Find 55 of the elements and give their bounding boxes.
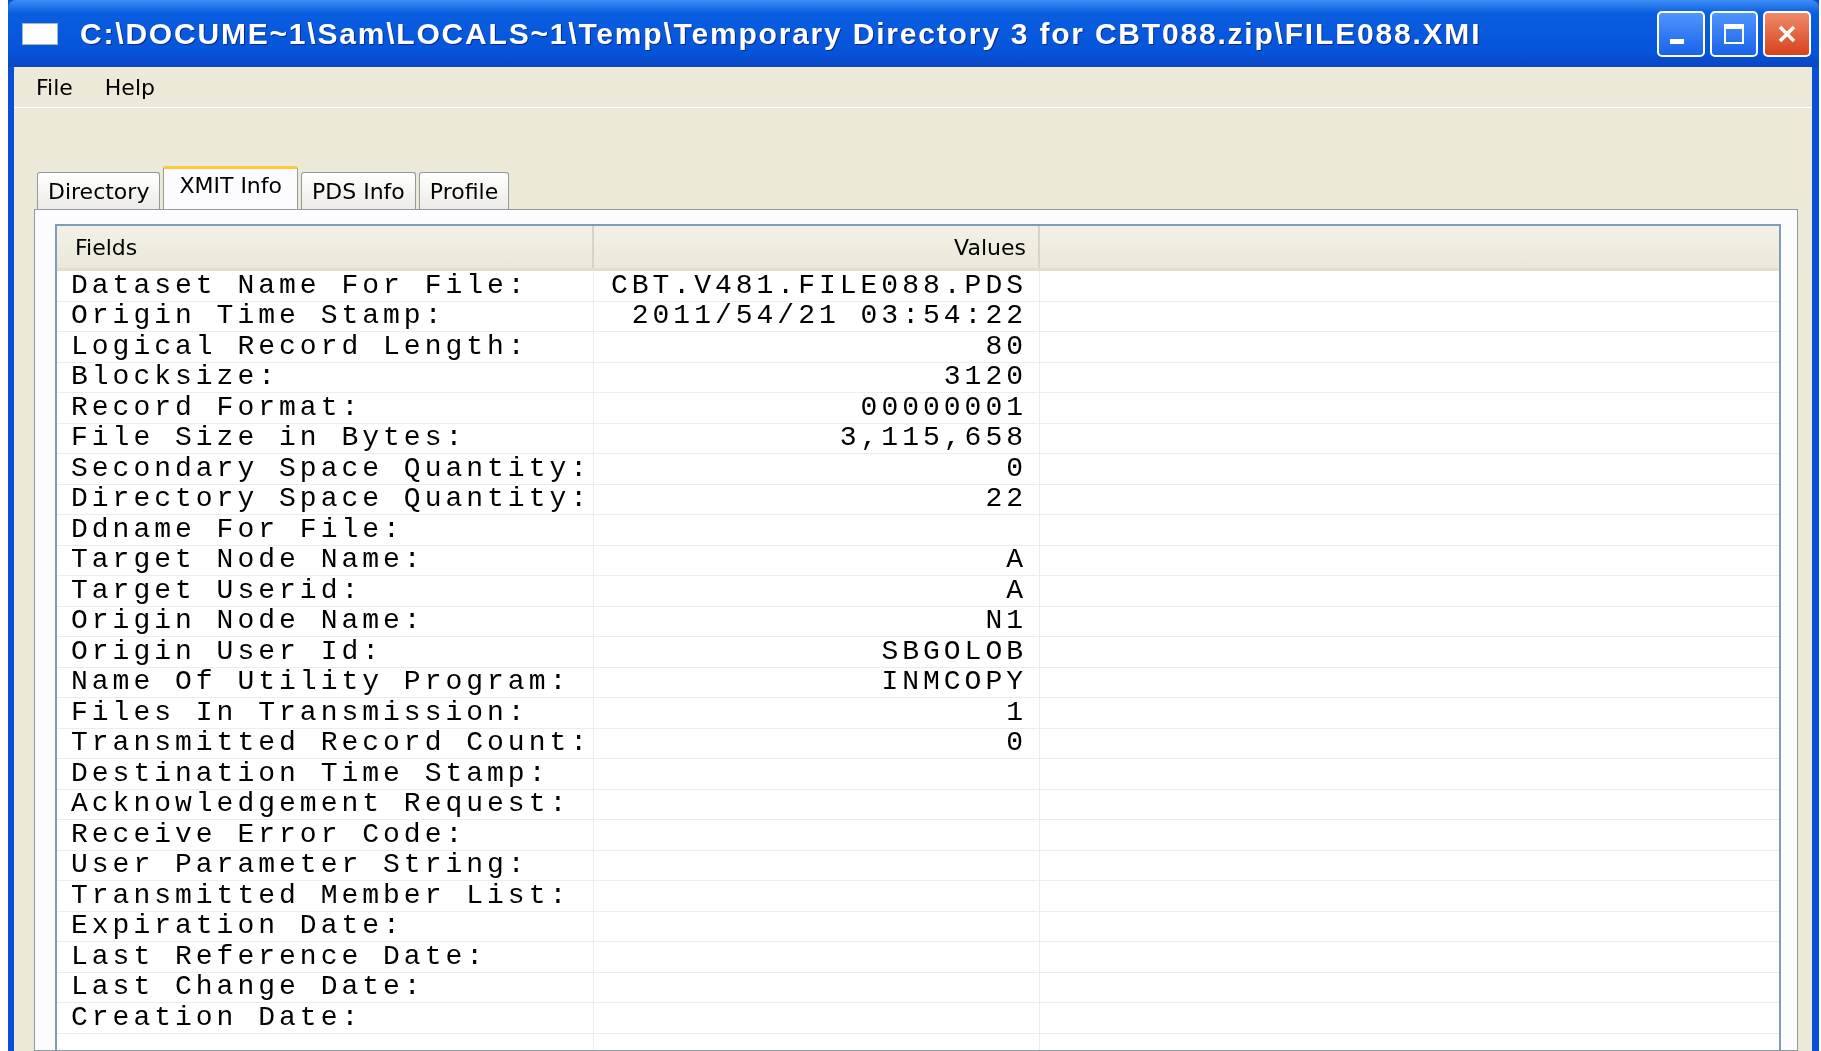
- column-header[interactable]: Values: [594, 226, 1040, 268]
- field-value: 1: [1006, 697, 1027, 728]
- field-value: 2011/54/21 03:54:22: [631, 301, 1027, 332]
- field-name: Expiration Date:: [71, 911, 404, 942]
- field-value: A: [1006, 545, 1027, 576]
- field-name: Last Change Date:: [71, 972, 425, 1003]
- field-name: Destination Time Stamp:: [71, 758, 550, 789]
- field-name: Acknowledgement Request:: [71, 789, 571, 820]
- field-name: Transmitted Record Count:: [71, 728, 592, 759]
- field-value: 3,115,658: [839, 423, 1027, 454]
- field-name: User Parameter String:: [71, 850, 529, 881]
- window-icon: [22, 22, 58, 45]
- minimize-button[interactable]: [1657, 10, 1705, 57]
- field-value: SBGOLOB: [881, 636, 1027, 667]
- field-name: Name Of Utility Program:: [71, 667, 571, 698]
- tab[interactable]: Directory: [37, 172, 161, 209]
- field-name: Logical Record Length:: [71, 331, 529, 362]
- field-name: Origin Time Stamp:: [71, 301, 446, 332]
- field-name: Receive Error Code:: [71, 819, 467, 850]
- field-value: N1: [985, 606, 1027, 637]
- field-name: File Size in Bytes:: [71, 423, 467, 454]
- field-value: CBT.V481.FILE088.PDS: [610, 270, 1027, 301]
- field-value: 00000001: [860, 392, 1027, 423]
- column-header[interactable]: Fields: [57, 226, 594, 268]
- field-name: Files In Transmission:: [71, 697, 529, 728]
- field-value: 0: [1006, 728, 1027, 759]
- field-name: Directory Space Quantity:: [71, 484, 592, 515]
- tab[interactable]: XMIT Info: [163, 166, 298, 209]
- field-name: Origin User Id:: [71, 636, 384, 667]
- tab[interactable]: Profile: [418, 172, 510, 209]
- field-name: Target Userid:: [71, 575, 363, 606]
- menu-item[interactable]: File: [34, 74, 75, 100]
- tab[interactable]: PDS Info: [301, 172, 416, 209]
- field-value: 3120: [943, 362, 1027, 393]
- close-button[interactable]: [1763, 10, 1811, 57]
- field-value: 80: [985, 331, 1027, 362]
- field-value: 0: [1006, 453, 1027, 484]
- menu-item[interactable]: Help: [102, 74, 157, 100]
- maximize-icon: [1722, 21, 1746, 46]
- window-title: C:\DOCUME~1\Sam\LOCALS~1\Temp\Temporary Directory 3 for CBT088.zip\FILE088.XMI: [80, 16, 1483, 51]
- field-name: Transmitted Member List:: [71, 880, 571, 911]
- field-name: Target Node Name:: [71, 545, 425, 576]
- field-name: Origin Node Name:: [71, 606, 425, 637]
- field-name: Secondary Space Quantity:: [71, 453, 592, 484]
- field-name: Ddname For File:: [71, 514, 404, 545]
- field-name: Creation Date:: [71, 1002, 363, 1033]
- field-name: Dataset Name For File:: [71, 270, 529, 301]
- field-name: Record Format:: [71, 392, 363, 423]
- minimize-icon: [1670, 39, 1684, 44]
- field-name: Blocksize:: [71, 362, 280, 393]
- field-name: Last Reference Date:: [71, 941, 488, 972]
- field-value: INMCOPY: [881, 667, 1027, 698]
- maximize-button[interactable]: [1710, 10, 1758, 57]
- field-value: A: [1006, 575, 1027, 606]
- field-value: 22: [985, 484, 1027, 515]
